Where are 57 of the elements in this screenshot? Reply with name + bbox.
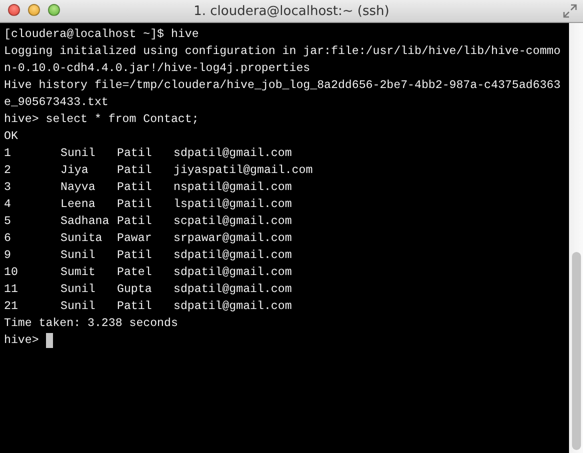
zoom-button[interactable] — [48, 4, 60, 16]
output-cell-text: Gupta — [117, 282, 153, 298]
output-cell-text: Patil — [117, 214, 153, 230]
output-cell-text: 11 — [4, 282, 19, 298]
output-cell-text: 10 — [4, 265, 19, 281]
output-cell-text: Patil — [117, 197, 153, 213]
terminal-line: Hive history file=/tmp/cloudera/hive_job_log_8a2dd656-2be7-4bb2-987a-c4375ad6363 — [4, 78, 561, 94]
output-cell-text: Sunita — [60, 231, 104, 247]
output-cell-text: 4 — [4, 197, 12, 213]
window-title: 1. cloudera@localhost:~ (ssh) — [194, 4, 390, 18]
output-cell-text: 1 — [4, 146, 12, 162]
output-cell-text: scpatil@gmail.com — [174, 214, 292, 230]
terminal-line: [cloudera@localhost ~]$ hive — [4, 27, 199, 43]
scroll-thumb[interactable] — [572, 252, 581, 450]
output-cell-text: Sunil — [60, 282, 96, 298]
terminal-line: e_905673433.txt — [4, 95, 108, 111]
output-cell-text: 21 — [4, 299, 19, 315]
close-button[interactable] — [8, 4, 20, 16]
terminal-line: OK — [4, 129, 18, 145]
output-cell-text: Leena — [60, 197, 96, 213]
output-cell-text: sdpatil@gmail.com — [174, 299, 292, 315]
output-cell-text: jiyaspatil@gmail.com — [174, 163, 313, 179]
output-cell-text: Jiya — [60, 163, 90, 179]
terminal-line: hive> select * from Contact; — [4, 112, 199, 128]
output-cell-text: Sunil — [60, 146, 96, 162]
output-cell-text: 6 — [4, 231, 12, 247]
output-cell-text: Patil — [117, 163, 153, 179]
output-cell-text: Sadhana — [60, 214, 110, 230]
output-cell-text: Patil — [117, 248, 153, 264]
output-cell-text: 3 — [4, 180, 12, 196]
output-cell-text: nspatil@gmail.com — [174, 180, 292, 196]
fullscreen-icon[interactable] — [563, 4, 577, 18]
output-cell-text: sdpatil@gmail.com — [174, 282, 292, 298]
output-cell-text: Sunil — [60, 299, 96, 315]
output-cell-text: lspatil@gmail.com — [174, 197, 292, 213]
output-cell-text: Patel — [117, 265, 153, 281]
terminal-line: Time taken: 3.238 seconds — [4, 316, 178, 332]
output-cell-text: 5 — [4, 214, 12, 230]
output-cell-text: 9 — [4, 248, 12, 264]
output-cell-text: Nayva — [60, 180, 96, 196]
output-cell-text: Patil — [117, 299, 153, 315]
scrollbar[interactable] — [569, 23, 583, 453]
terminal-line: n-0.10.0-cdh4.4.0.jar!/hive-log4j.properties — [4, 61, 310, 77]
output-cell-text: 2 — [4, 163, 12, 179]
text-cursor — [46, 333, 53, 348]
shell-prompt: hive> — [4, 333, 39, 349]
output-cell-text: Pawar — [117, 231, 153, 247]
output-cell-text: Patil — [117, 146, 153, 162]
output-cell-text: sdpatil@gmail.com — [174, 265, 292, 281]
output-cell-text: sdpatil@gmail.com — [174, 248, 292, 264]
output-cell-text: sdpatil@gmail.com — [174, 146, 292, 162]
output-cell-text: Sunil — [60, 248, 96, 264]
output-cell-text: srpawar@gmail.com — [174, 231, 292, 247]
output-cell-text: Sumit — [60, 265, 96, 281]
minimize-button[interactable] — [28, 4, 40, 16]
terminal-line: Logging initialized using configuration in jar:file:/usr/lib/hive/lib/hive-commo — [4, 44, 561, 60]
output-cell-text: Patil — [117, 180, 153, 196]
